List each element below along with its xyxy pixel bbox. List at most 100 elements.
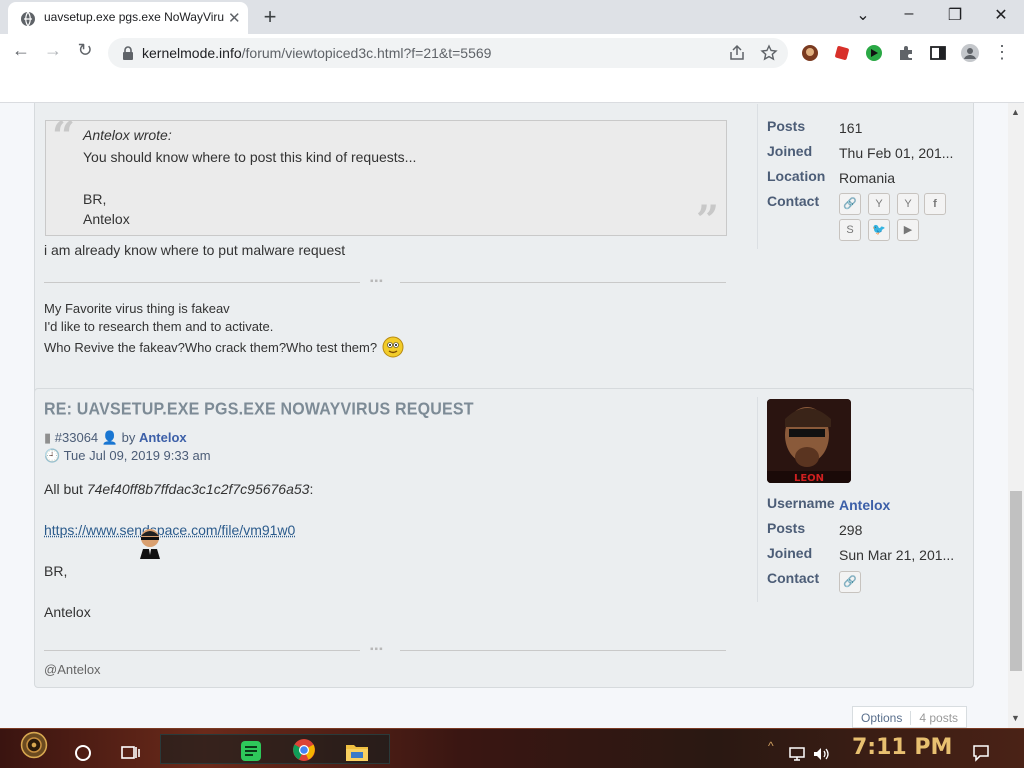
post-meta: ▮ #33064 👤 by Antelox	[44, 430, 187, 446]
notification-center-icon[interactable]	[972, 739, 990, 767]
volume-icon[interactable]	[812, 740, 830, 768]
extension-red-icon[interactable]	[833, 44, 851, 62]
taskbar: ^ 7:11 PM	[0, 728, 1024, 768]
extension-avatar-icon[interactable]	[801, 44, 819, 62]
globe-icon	[21, 11, 35, 27]
tab-close-icon[interactable]: ✕	[228, 9, 241, 27]
extensions-puzzle-icon[interactable]	[897, 44, 915, 62]
by-label: by	[121, 430, 136, 445]
svg-text:LEON: LEON	[794, 473, 824, 483]
tab-search-icon[interactable]: ⌄	[853, 5, 873, 25]
quote-line: Antelox	[83, 211, 130, 227]
new-tab-icon[interactable]: +	[258, 4, 282, 30]
yahoo-icon[interactable]: Y	[897, 193, 919, 215]
minimize-icon[interactable]: –	[899, 5, 919, 23]
post-reply-text: i am already know where to put malware r…	[44, 242, 346, 258]
bookmark-icon[interactable]: ▮	[44, 430, 51, 445]
signature-divider-dots: ▪▪▪	[370, 644, 384, 655]
menu-kebab-icon[interactable]: ⋮	[989, 42, 1015, 68]
twitter-icon[interactable]: 🐦	[868, 219, 890, 241]
post-title[interactable]: RE: UAVSETUP.EXE PGS.EXE NOWAYVIRUS REQU…	[44, 400, 474, 420]
skype-icon[interactable]: S	[839, 219, 861, 241]
back-icon[interactable]: ←	[8, 40, 34, 66]
clock-icon: 🕘	[44, 448, 61, 463]
scroll-down-icon[interactable]: ▼	[1011, 713, 1020, 723]
posts-value: 298	[839, 522, 863, 538]
url-text: kernelmode.info/forum/viewtopiced3c.html…	[142, 45, 492, 61]
signature-divider	[400, 282, 726, 283]
chrome-icon[interactable]	[292, 736, 316, 764]
post-body-line: All but 74ef40ff8b7ffdac3c1c2f7c95676a53…	[44, 481, 314, 497]
extension-green-icon[interactable]	[865, 44, 883, 62]
page-scrollbar[interactable]: ▲ ▼	[1008, 103, 1024, 728]
signature-divider	[400, 650, 726, 651]
file-explorer-icon[interactable]	[345, 738, 369, 766]
user-icon: 👤	[101, 430, 118, 445]
joined-value: Thu Feb 01, 201...	[839, 145, 954, 161]
restore-icon[interactable]: ❐	[945, 5, 965, 25]
username-link[interactable]: Antelox	[839, 497, 890, 513]
profile-icon[interactable]	[961, 44, 979, 62]
forward-icon[interactable]: →	[40, 40, 66, 66]
pagination-bar: Options 4 posts	[852, 706, 968, 728]
quote-line: BR,	[83, 191, 107, 207]
tab-title: uavsetup.exe pgs.exe NoWayViru	[44, 10, 224, 24]
signature-line: I'd like to research them and to activat…	[44, 319, 274, 334]
agent-smiley-icon	[140, 529, 160, 559]
signature-divider-dots: ▪▪▪	[370, 276, 384, 287]
side-panel-icon[interactable]	[929, 44, 947, 62]
reload-icon[interactable]: ↻	[72, 40, 98, 66]
signature-divider	[44, 282, 360, 283]
close-quote-icon: ”	[696, 197, 720, 244]
location-label: Location	[767, 168, 826, 184]
show-hidden-icons[interactable]: ^	[768, 739, 774, 767]
cortana-icon[interactable]	[73, 739, 93, 767]
post-date: Tue Jul 09, 2019 9:33 am	[63, 448, 211, 463]
website-link-icon[interactable]: 🔗	[839, 571, 861, 593]
signature-line: Who Revive the fakeav?Who crack them?Who…	[44, 340, 378, 355]
facebook-icon[interactable]: f	[924, 193, 946, 215]
close-window-icon[interactable]: ✕	[991, 5, 1011, 25]
quote-line: You should know where to post this kind …	[83, 149, 417, 165]
lock-icon	[123, 46, 133, 60]
avatar[interactable]: LEON	[767, 399, 851, 483]
joined-value: Sun Mar 21, 201...	[839, 547, 955, 563]
yahoo-icon[interactable]: Y	[868, 193, 890, 215]
post-2: RE: UAVSETUP.EXE PGS.EXE NOWAYVIRUS REQU…	[34, 388, 974, 688]
active-tab[interactable]: uavsetup.exe pgs.exe NoWayViru ✕	[8, 2, 248, 34]
open-quote-icon: “	[52, 113, 76, 160]
download-link[interactable]: https://www.sendspace.com/file/vm91w0	[44, 522, 295, 538]
posts-label: Posts	[767, 118, 806, 134]
quote-author: Antelox wrote:	[83, 127, 172, 143]
signature-line: My Favorite virus thing is fakeav	[44, 301, 230, 316]
post-id[interactable]: #33064	[55, 430, 98, 445]
task-view-icon[interactable]	[120, 739, 140, 767]
posts-label: Posts	[767, 520, 806, 536]
scroll-thumb[interactable]	[1010, 491, 1022, 671]
file-hash: 74ef40ff8b7ffdac3c1c2f7c95676a53	[86, 481, 310, 497]
posts-value: 161	[839, 120, 863, 136]
post-signoff: Antelox	[44, 604, 91, 620]
contact-label: Contact	[767, 570, 820, 586]
scroll-up-icon[interactable]: ▲	[1011, 107, 1020, 117]
post-count: 4 posts	[919, 711, 959, 725]
smiley-icon	[382, 336, 404, 358]
options-dropdown[interactable]: Options	[853, 711, 912, 725]
notes-app-icon[interactable]	[240, 737, 262, 765]
address-bar[interactable]: kernelmode.info/forum/viewtopiced3c.html…	[108, 38, 788, 68]
quote-block: “ ” Antelox wrote: You should know where…	[45, 113, 727, 244]
profile-separator	[757, 104, 758, 249]
taskbar-clock[interactable]: 7:11 PM	[852, 735, 952, 760]
share-icon[interactable]	[728, 44, 746, 62]
page-content: “ ” Antelox wrote: You should know where…	[0, 103, 1008, 728]
network-icon[interactable]	[788, 740, 806, 768]
username-label: Username	[767, 495, 835, 511]
tab-strip: uavsetup.exe pgs.exe NoWayViru ✕ + ⌄ – ❐…	[0, 0, 1024, 34]
website-link-icon[interactable]: 🔗	[839, 193, 861, 215]
start-button-icon[interactable]	[14, 731, 54, 759]
youtube-icon[interactable]: ▶	[897, 219, 919, 241]
bookmark-star-icon[interactable]	[760, 44, 778, 62]
post-date-row: 🕘 Tue Jul 09, 2019 9:33 am	[44, 448, 211, 464]
author-link[interactable]: Antelox	[139, 430, 187, 445]
profile-separator	[757, 397, 758, 602]
